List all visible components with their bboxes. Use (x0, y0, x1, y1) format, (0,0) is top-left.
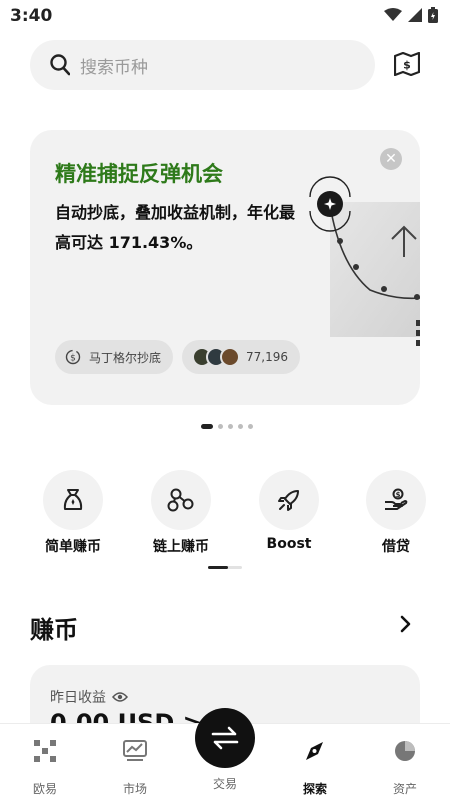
strategy-chip-label: 马丁格尔抄底 (89, 350, 162, 365)
wifi-icon (384, 8, 402, 21)
carousel-dot[interactable] (201, 424, 213, 429)
tab-label: 探索 (302, 782, 327, 796)
users-count: 77,196 (246, 350, 288, 364)
simple-earn-button[interactable]: 简单赚币 (28, 470, 118, 556)
yesterday-earnings-label-row: 昨日收益 (50, 687, 128, 707)
user-avatars (192, 347, 240, 367)
boost-label: Boost (266, 536, 312, 552)
pie-chart-icon (395, 741, 415, 761)
tab-label: 资产 (392, 782, 417, 796)
tab-label: 欧易 (32, 782, 57, 796)
loan-label: 借贷 (382, 539, 410, 555)
money-bag-icon (63, 489, 83, 510)
quick-actions-scroll-indicator (208, 566, 242, 569)
search-row: 搜索币种 $ (30, 40, 420, 90)
onchain-earn-button[interactable]: 链上赚币 (136, 470, 226, 556)
promo-description: 自动抄底，叠加收益机制，年化最高可达 171.43%。 (55, 203, 296, 252)
carousel-dot[interactable] (238, 424, 243, 429)
svg-text:$: $ (70, 354, 76, 364)
promo-title: 精准捕捉反弹机会 (55, 162, 223, 186)
chevron-right-icon[interactable] (400, 615, 412, 633)
carousel-indicator (201, 424, 253, 429)
chain-nodes-icon (167, 488, 194, 512)
tab-assets[interactable]: 资产 (370, 736, 440, 797)
search-input[interactable]: 搜索币种 (30, 40, 375, 90)
svg-text:$: $ (396, 491, 401, 499)
tab-okx[interactable]: 欧易 (10, 736, 80, 797)
simple-earn-icon-wrap (43, 470, 103, 530)
signal-icon (408, 8, 422, 22)
okx-logo-icon (34, 740, 56, 762)
rocket-icon (278, 490, 299, 511)
swap-icon (211, 726, 239, 750)
promo-banner[interactable]: 精准捕捉反弹机会 自动抄底，叠加收益机制，年化最高可达 171.43%。 ✕ $… (30, 130, 420, 405)
status-icons (384, 7, 438, 23)
battery-icon (428, 7, 438, 23)
search-placeholder: 搜索币种 (80, 58, 148, 78)
status-bar: 3:40 (0, 0, 450, 32)
loan-icon-wrap: $ (366, 470, 426, 530)
carousel-dot[interactable] (228, 424, 233, 429)
strategy-chip[interactable]: $ 马丁格尔抄底 (55, 340, 174, 374)
tab-explore[interactable]: 探索 (280, 736, 350, 797)
close-icon[interactable]: ✕ (380, 148, 402, 170)
eye-icon[interactable] (112, 691, 128, 703)
search-icon (50, 54, 70, 76)
chart-icon (123, 740, 147, 761)
earn-section-title: 赚币 (30, 616, 78, 644)
loan-button[interactable]: $ 借贷 (351, 470, 441, 556)
tab-label: 市场 (122, 782, 147, 796)
loan-hand-icon: $ (385, 488, 408, 510)
compass-icon (306, 742, 323, 760)
svg-text:$: $ (403, 59, 411, 72)
carousel-dot[interactable] (218, 424, 223, 429)
onchain-earn-label: 链上赚币 (153, 539, 209, 555)
fee-rate-icon[interactable]: $ (394, 52, 420, 76)
users-chip: 77,196 (182, 340, 300, 374)
boost-button[interactable]: Boost (244, 470, 334, 552)
onchain-earn-icon-wrap (151, 470, 211, 530)
rebound-chart-illustration (309, 176, 420, 346)
trade-button[interactable] (195, 708, 255, 768)
carousel-dot[interactable] (248, 424, 253, 429)
coin-cycle-icon: $ (65, 349, 81, 365)
simple-earn-label: 简单赚币 (45, 539, 101, 555)
avatar (220, 347, 240, 367)
quick-actions: 简单赚币 链上赚币 Boost $ 借贷 (0, 470, 450, 560)
trade-label: 交易 (212, 777, 237, 791)
tab-market[interactable]: 市场 (100, 736, 170, 797)
boost-icon-wrap (259, 470, 319, 530)
yesterday-earnings-label: 昨日收益 (50, 690, 106, 706)
status-time: 3:40 (10, 6, 53, 26)
